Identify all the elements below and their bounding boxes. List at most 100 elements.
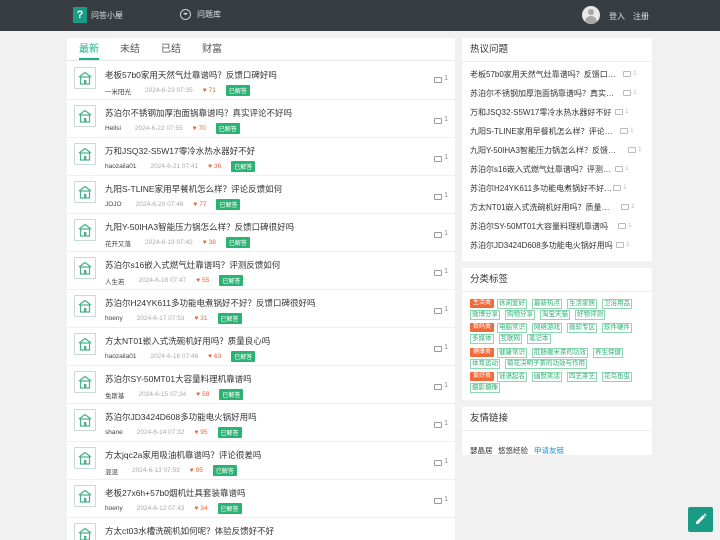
tag-link[interactable]: 最新热点 — [532, 298, 563, 309]
tag-link[interactable]: 电脑常识 — [497, 322, 528, 333]
tag-link[interactable]: 微博分享 — [470, 310, 500, 321]
friend-link-2[interactable]: 悠悠经验 — [498, 445, 528, 456]
site-logo[interactable]: ? 问答小屋 — [73, 7, 123, 23]
question-thumbnail-icon[interactable] — [74, 409, 96, 431]
tag-link[interactable]: 体育运动 — [470, 359, 500, 370]
question-item[interactable]: 老板27x6h+57b0烟机灶具套装靠谱吗 hoeny 2024-6-12 07… — [67, 480, 455, 518]
question-thumbnail-icon[interactable] — [74, 523, 96, 540]
question-item[interactable]: 方太jqc2a家用吸油机靠谱吗？评论很差吗 混混 2024-6-13 07:53… — [67, 442, 455, 480]
question-item[interactable]: 万和JSQ32-S5W17零冷水热水器好不好 haozaila01 2024-6… — [67, 138, 455, 176]
question-title[interactable]: 苏泊尔H24YK611多功能电煮锅好不好？反馈口碑很好吗 — [105, 297, 316, 309]
question-title[interactable]: 九阳S-TLINE家用早餐机怎么样？评论反馈如何 — [105, 183, 282, 195]
question-item[interactable]: 九阳S-TLINE家用早餐机怎么样？评论反馈如何 JOJO 2024-6-20 … — [67, 176, 455, 214]
tag-link[interactable]: 四艺茶艺 — [567, 371, 598, 382]
hot-question-link[interactable]: 九阳S-TLINE家用早餐机怎么样？评论反馈如何 — [470, 126, 616, 137]
question-item[interactable]: 苏泊尔SY-50MT01大容量料理机靠谱吗 免斯基 2024-6-15 07:3… — [67, 366, 455, 404]
question-title[interactable]: 万和JSQ32-S5W17零冷水热水器好不好 — [105, 145, 255, 157]
tag-link[interactable]: 养生保健 — [593, 347, 624, 358]
hot-question-link[interactable]: 万和JSQ32-S5W17零冷水热水器好不好 — [470, 107, 616, 118]
question-title[interactable]: 老板57b0家用天然气灶靠谱吗？反馈口碑好吗 — [105, 69, 277, 81]
tag-link[interactable]: 摄影摄像 — [470, 383, 500, 394]
edit-fab-button[interactable] — [688, 507, 713, 532]
question-thumbnail-icon[interactable] — [74, 257, 96, 279]
tab-wealth[interactable]: 财富 — [202, 38, 222, 60]
question-title[interactable]: 老板27x6h+57b0烟机灶具套装靠谱吗 — [105, 487, 246, 499]
question-item[interactable]: 苏泊尔s16嵌入式燃气灶靠谱吗？评测反馈如何 人生若 2024-6-18 07:… — [67, 252, 455, 290]
question-author[interactable]: hoeny — [105, 315, 123, 322]
hot-question-link[interactable]: 苏泊尔JD3424D608多功能电火锅好用吗 — [470, 240, 616, 251]
question-thumbnail-icon[interactable] — [74, 485, 96, 507]
question-item[interactable]: 方太NT01嵌入式洗碗机好用吗？质量良心吗 haozaila01 2024-6-… — [67, 328, 455, 366]
register-link[interactable]: 注册 — [633, 11, 649, 22]
question-author[interactable]: 人生若 — [105, 276, 125, 286]
tag-link[interactable]: 休闲爱好 — [497, 298, 528, 309]
tag-link[interactable]: 花鸟鱼虫 — [602, 371, 633, 382]
nav-question-bank[interactable]: ◂▸ 问题库 — [180, 9, 221, 20]
hot-question-link[interactable]: 九阳Y-50IHA3智能压力锅怎么样？反馈口碑很好吗 — [470, 145, 616, 156]
question-title[interactable]: 苏泊尔s16嵌入式燃气灶靠谱吗？评测反馈如何 — [105, 259, 280, 271]
tag-link[interactable]: 淘宝天猫 — [540, 310, 570, 321]
question-title[interactable]: 方太NT01嵌入式洗碗机好用吗？质量良心吗 — [105, 335, 270, 347]
tag-link[interactable]: 笔记本 — [527, 334, 551, 345]
question-thumbnail-icon[interactable] — [74, 181, 96, 203]
login-link[interactable]: 登入 — [609, 11, 625, 22]
question-item[interactable]: 苏泊尔JD3424D608多功能电火锅好用吗 shane 2024-6-14 0… — [67, 404, 455, 442]
question-thumbnail-icon[interactable] — [74, 333, 96, 355]
apply-friend-link[interactable]: 申请友链 — [534, 445, 564, 456]
question-item[interactable]: 老板57b0家用天然气灶靠谱吗？反馈口碑好吗 一米阳光 2024-6-23 07… — [67, 62, 455, 100]
tag-link[interactable]: 好物评测 — [575, 310, 605, 321]
question-author[interactable]: hoeny — [105, 505, 123, 512]
tag-link[interactable]: 健康常识 — [497, 347, 528, 358]
question-title[interactable]: 方太jqc2a家用吸油机靠谱吗？评论很差吗 — [105, 449, 261, 461]
question-author[interactable]: 花开又落 — [105, 238, 131, 248]
hot-question-link[interactable]: 老板57b0家用天然气灶靠谱吗？反馈口碑好吗 — [470, 69, 616, 80]
hot-question-link[interactable]: 苏泊尔s16嵌入式燃气灶靠谱吗？评测反馈如何 — [470, 164, 616, 175]
question-item[interactable]: 苏泊尔H24YK611多功能电煮锅好不好？反馈口碑很好吗 hoeny 2024-… — [67, 290, 455, 328]
question-title[interactable]: 苏泊尔JD3424D608多功能电火锅好用吗 — [105, 411, 257, 423]
hot-question-link[interactable]: 方太NT01嵌入式洗碗机好用吗？质量良心吗 — [470, 202, 616, 213]
question-title[interactable]: 苏泊尔不锈钢加厚泡面锅靠谱吗？真实评论不好吗 — [105, 107, 292, 119]
user-avatar-icon[interactable] — [582, 6, 600, 24]
tab-latest[interactable]: 最新 — [79, 38, 99, 60]
tag-link[interactable]: 购物分享 — [505, 310, 535, 321]
question-author[interactable]: haozaila01 — [105, 353, 136, 360]
tab-unsolved[interactable]: 未结 — [120, 38, 140, 60]
hot-question-link[interactable]: 苏泊尔SY-50MT01大容量料理机靠谱吗 — [470, 221, 616, 232]
question-title[interactable]: 九阳Y-50IHA3智能压力锅怎么样？反馈口碑很好吗 — [105, 221, 294, 233]
hot-comment-count: 1 — [623, 184, 627, 191]
question-thumbnail-icon[interactable] — [74, 219, 96, 241]
question-author[interactable]: 免斯基 — [105, 390, 125, 400]
question-author[interactable]: haozaila01 — [105, 163, 136, 170]
tag-link[interactable]: 生活家居 — [567, 298, 598, 309]
question-thumbnail-icon[interactable] — [74, 105, 96, 127]
tag-link[interactable]: 菊花决明子茶的功效与作用 — [505, 359, 587, 370]
question-item[interactable]: 苏泊尔不锈钢加厚泡面锅靠谱吗？真实评论不好吗 Hellsi 2024-6-22 … — [67, 100, 455, 138]
tag-link[interactable]: 卫浴用品 — [602, 298, 633, 309]
question-thumbnail-icon[interactable] — [74, 295, 96, 317]
tag-link[interactable]: 肛肠瘘米茶的功效 — [532, 347, 589, 358]
tag-link[interactable]: 幽默笑话 — [532, 371, 563, 382]
question-author[interactable]: Hellsi — [105, 125, 121, 132]
question-thumbnail-icon[interactable] — [74, 371, 96, 393]
question-author[interactable]: 一米阳光 — [105, 86, 131, 96]
question-thumbnail-icon[interactable] — [74, 67, 96, 89]
tag-link[interactable]: 微软专区 — [567, 322, 598, 333]
question-thumbnail-icon[interactable] — [74, 143, 96, 165]
question-item[interactable]: 方太ct03水槽洗碗机如何呢？体验反馈好不好 — [67, 518, 455, 540]
question-author[interactable]: JOJO — [105, 201, 122, 208]
tag-link[interactable]: 网络游戏 — [532, 322, 563, 333]
tag-link[interactable]: 谜语起名 — [497, 371, 528, 382]
friend-link-1[interactable]: 瑟晶居 — [470, 445, 493, 456]
tab-solved[interactable]: 已结 — [161, 38, 181, 60]
question-author[interactable]: 混混 — [105, 466, 118, 476]
tag-link[interactable]: 互联网 — [498, 334, 522, 345]
question-thumbnail-icon[interactable] — [74, 447, 96, 469]
hot-question-link[interactable]: 苏泊尔不锈钢加厚泡面锅靠谱吗？真实评论不好吗 — [470, 88, 616, 99]
hot-question-link[interactable]: 苏泊尔H24YK611多功能电煮锅好不好？反馈口碑很好吗 — [470, 183, 616, 194]
question-title[interactable]: 方太ct03水槽洗碗机如何呢？体验反馈好不好 — [105, 525, 274, 537]
tag-link[interactable]: 软件硬件 — [602, 322, 633, 333]
question-title[interactable]: 苏泊尔SY-50MT01大容量料理机靠谱吗 — [105, 373, 252, 385]
question-author[interactable]: shane — [105, 429, 123, 436]
tag-link[interactable]: 多媒体 — [470, 334, 494, 345]
question-item[interactable]: 九阳Y-50IHA3智能压力锅怎么样？反馈口碑很好吗 花开又落 2024-6-1… — [67, 214, 455, 252]
